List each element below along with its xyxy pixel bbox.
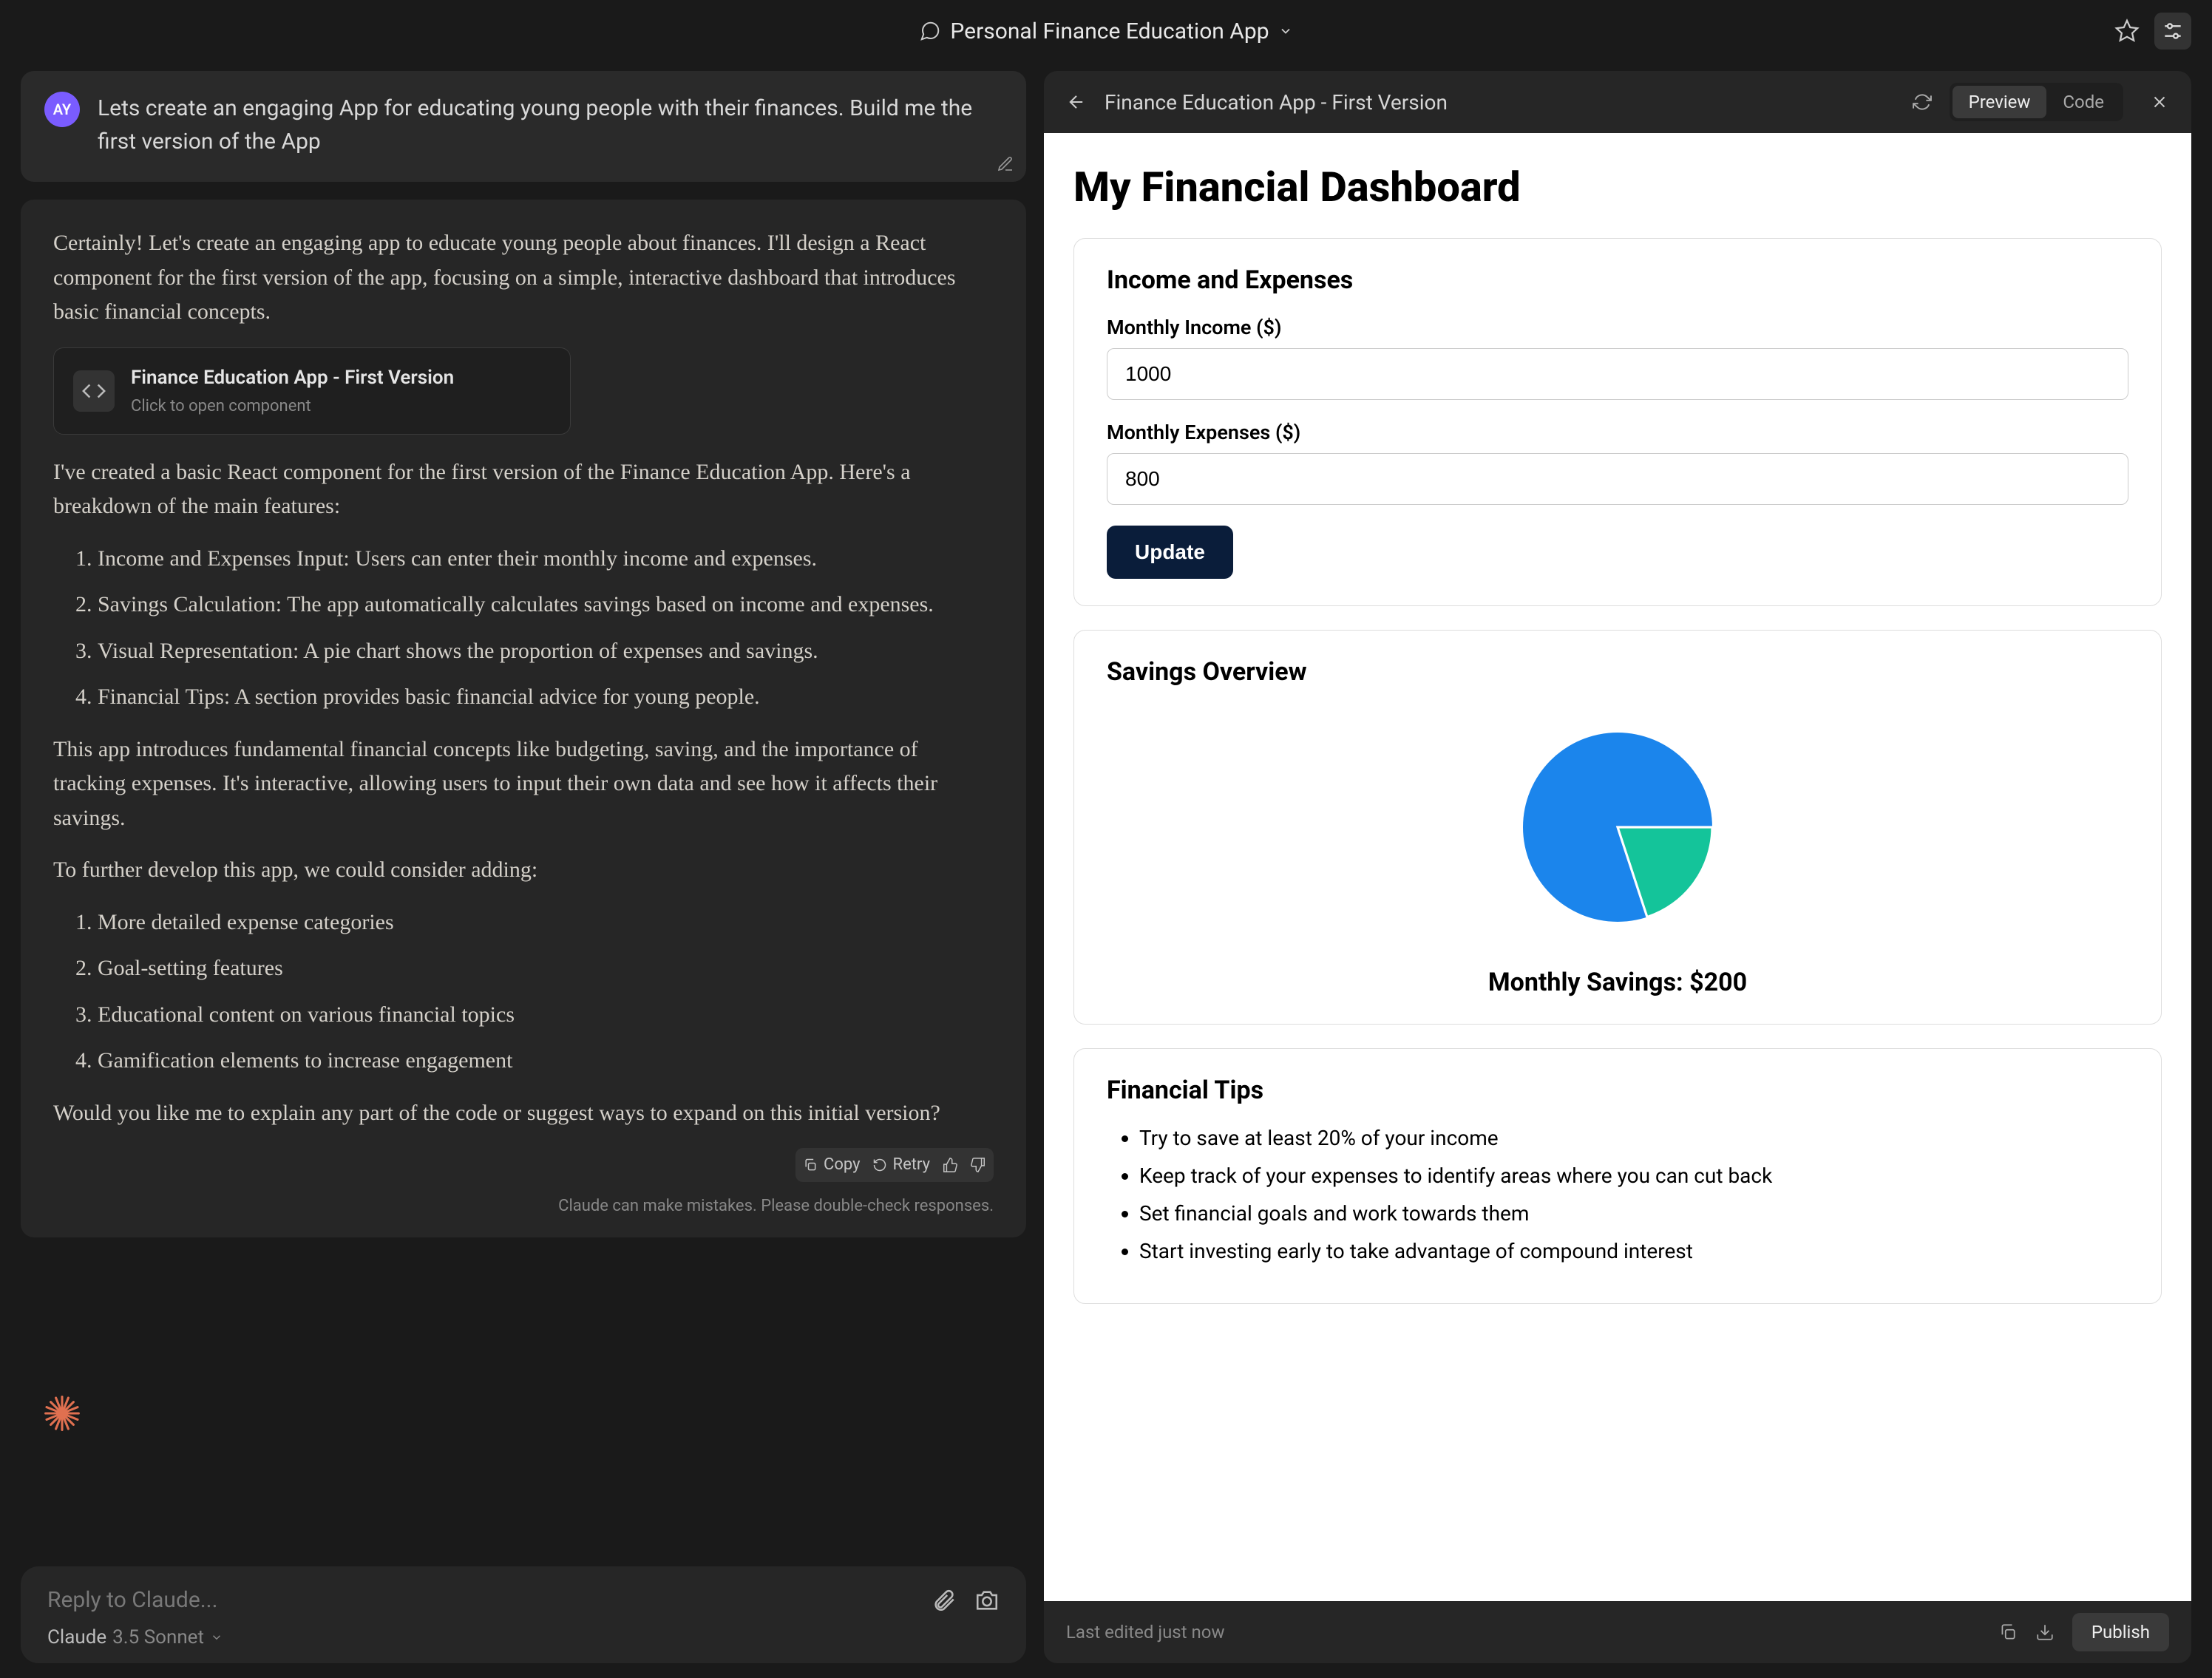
tab-preview[interactable]: Preview [1953,86,2047,118]
assistant-paragraph: To further develop this app, we could co… [53,853,994,888]
list-item: Keep track of your expenses to identify … [1139,1164,2128,1188]
conversation-title[interactable]: Personal Finance Education App [919,18,1292,44]
list-item: Educational content on various financial… [98,998,994,1033]
thumbs-up-button[interactable] [942,1157,958,1173]
chevron-down-icon [1278,24,1293,38]
list-item: Gamification elements to increase engage… [98,1044,994,1079]
claude-logo-icon [41,1393,83,1434]
artifact-card-title: Finance Education App - First Version [131,363,454,393]
tips-list: Try to save at least 20% of your income … [1107,1126,2128,1263]
assistant-message: Certainly! Let's create an engaging app … [21,200,1026,1237]
savings-pie-chart [1107,709,2128,945]
list-item: Financial Tips: A section provides basic… [98,680,994,715]
tab-code[interactable]: Code [2046,86,2120,118]
refresh-button[interactable] [1913,92,1932,112]
list-item: Goal-setting features [98,951,994,986]
publish-button[interactable]: Publish [2072,1613,2169,1651]
assistant-intro: Certainly! Let's create an engaging app … [53,226,994,330]
income-input[interactable] [1107,348,2128,400]
star-button[interactable] [2108,13,2145,50]
artifact-card-subtitle: Click to open component [131,394,454,419]
list-item: More detailed expense categories [98,906,994,940]
income-expenses-card: Income and Expenses Monthly Income ($) M… [1073,238,2162,606]
app-header: Personal Finance Education App [0,0,2212,62]
assistant-closing: Would you like me to explain any part of… [53,1096,994,1131]
artifact-footer: Last edited just now Publish [1044,1601,2191,1663]
attachment-button[interactable] [932,1588,957,1613]
close-button[interactable] [2150,92,2169,112]
code-icon [73,370,115,412]
user-message: AY Lets create an engaging App for educa… [21,71,1026,182]
message-input-box: Reply to Claude... Claude 3.5 Sonnet [21,1566,1026,1663]
edit-message-button[interactable] [997,155,1014,173]
improvements-list: More detailed expense categories Goal-se… [53,906,994,1079]
list-item: Set financial goals and work towards the… [1139,1201,2128,1226]
artifact-card[interactable]: Finance Education App - First Version Cl… [53,347,571,435]
disclaimer-text: Claude can make mistakes. Please double-… [53,1194,994,1219]
user-message-text: Lets create an engaging App for educatin… [98,92,1002,158]
savings-amount: Monthly Savings: $200 [1107,968,2128,997]
chat-icon [919,20,941,42]
tips-card: Financial Tips Try to save at least 20% … [1073,1048,2162,1304]
dashboard-title: My Financial Dashboard [1073,163,2162,211]
expenses-label: Monthly Expenses ($) [1107,421,2128,444]
card-title: Savings Overview [1107,657,2128,687]
message-actions: Copy Retry [53,1148,994,1182]
camera-button[interactable] [974,1588,1000,1613]
artifact-header-title: Finance Education App - First Version [1105,90,1895,115]
artifact-header: Finance Education App - First Version Pr… [1044,71,2191,133]
artifact-preview: My Financial Dashboard Income and Expens… [1044,133,2191,1601]
message-input[interactable]: Reply to Claude... [47,1587,217,1613]
thumbs-down-button[interactable] [970,1157,986,1173]
expenses-input[interactable] [1107,453,2128,505]
update-button[interactable]: Update [1107,526,1233,579]
preview-code-toggle: Preview Code [1950,83,2123,121]
retry-button[interactable]: Retry [872,1152,930,1178]
copy-artifact-button[interactable] [1998,1623,2018,1642]
user-avatar: AY [44,92,80,127]
features-list: Income and Expenses Input: Users can ent… [53,542,994,715]
list-item: Savings Calculation: The app automatical… [98,588,994,622]
copy-button[interactable]: Copy [803,1152,861,1178]
list-item: Visual Representation: A pie chart shows… [98,634,994,669]
list-item: Income and Expenses Input: Users can ent… [98,542,994,577]
model-selector[interactable]: Claude 3.5 Sonnet [47,1626,1000,1648]
back-button[interactable] [1066,92,1087,112]
conversation-title-text: Personal Finance Education App [950,18,1269,44]
settings-sliders-button[interactable] [2154,13,2191,50]
artifact-panel: Finance Education App - First Version Pr… [1044,71,2191,1663]
card-title: Income and Expenses [1107,265,2128,295]
savings-card: Savings Overview Monthly Savings: $200 [1073,630,2162,1025]
list-item: Start investing early to take advantage … [1139,1239,2128,1263]
download-button[interactable] [2035,1623,2055,1642]
assistant-paragraph: This app introduces fundamental financia… [53,733,994,836]
card-title: Financial Tips [1107,1076,2128,1105]
income-label: Monthly Income ($) [1107,316,2128,339]
last-edited-text: Last edited just now [1066,1622,1224,1643]
assistant-after-card: I've created a basic React component for… [53,455,994,524]
list-item: Try to save at least 20% of your income [1139,1126,2128,1150]
